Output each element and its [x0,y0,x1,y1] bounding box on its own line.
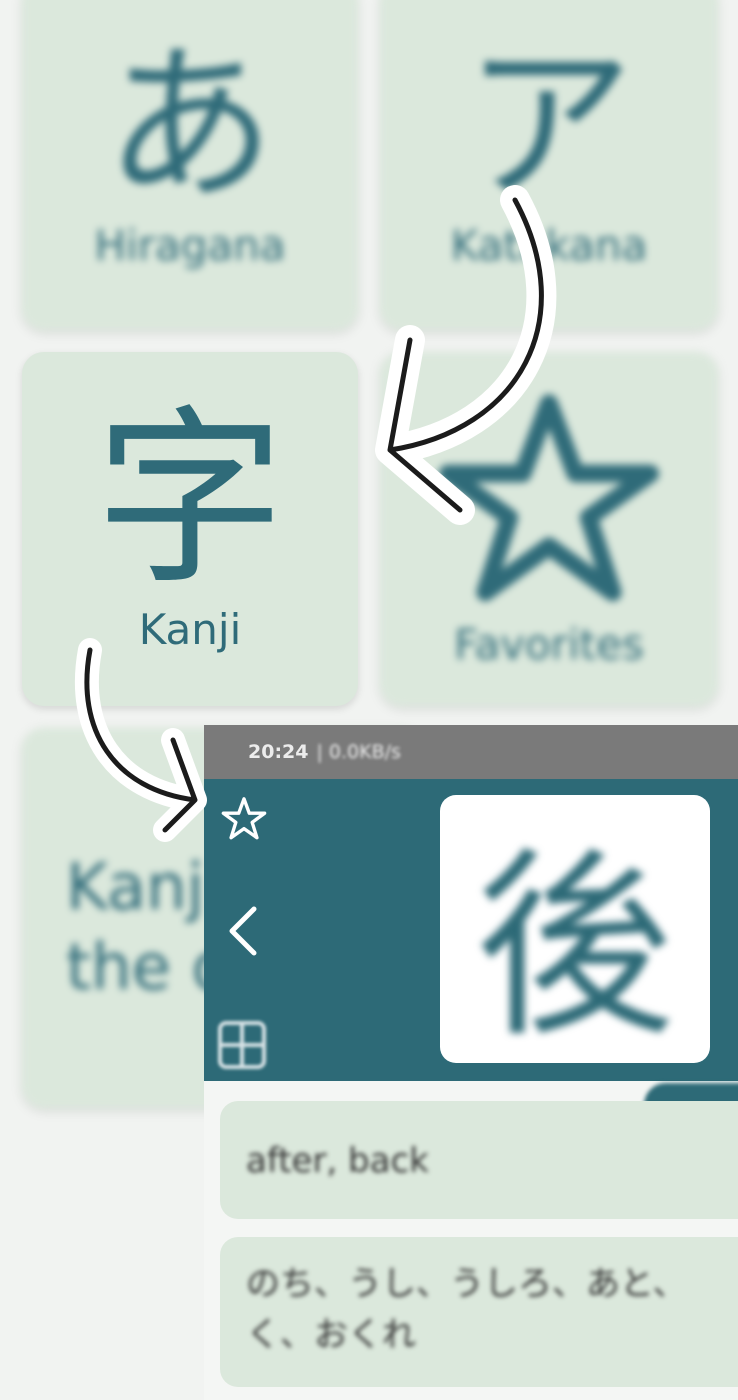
favorites-label: Favorites [454,619,644,669]
status-bar: 20:24 | 0.0KB/s [204,725,738,779]
kanji-detail-screenshot: 20:24 | 0.0KB/s 後 after, back のち、うし、うしろ、… [204,725,738,1400]
back-icon[interactable] [224,903,264,959]
reading-line-2: く、おくれ [246,1315,416,1355]
star-icon[interactable] [220,795,268,843]
hiragana-glyph: あ [104,26,275,225]
kanji-glyph: 字 [94,388,285,610]
arrow-icon [74,638,207,842]
kanji-character: 後 [474,831,675,1064]
grid-icon[interactable] [216,1019,268,1071]
kanji-header: 後 [204,779,738,1081]
hiragana-label: Hiragana [94,220,286,270]
meaning-card: after, back [220,1101,738,1219]
status-time: 20:24 [248,741,309,763]
reading-line-1: のち、うし、うしろ、あと、 [246,1264,687,1304]
reading-card: のち、うし、うしろ、あと、 く、おくれ [220,1237,738,1387]
reading-text: のち、うし、うしろ、あと、 く、おくれ [246,1259,738,1361]
arrow-icon [375,185,557,525]
status-speed: | 0.0KB/s [316,741,401,763]
kanji-display: 後 [440,795,710,1064]
meaning-text: after, back [246,1141,429,1181]
